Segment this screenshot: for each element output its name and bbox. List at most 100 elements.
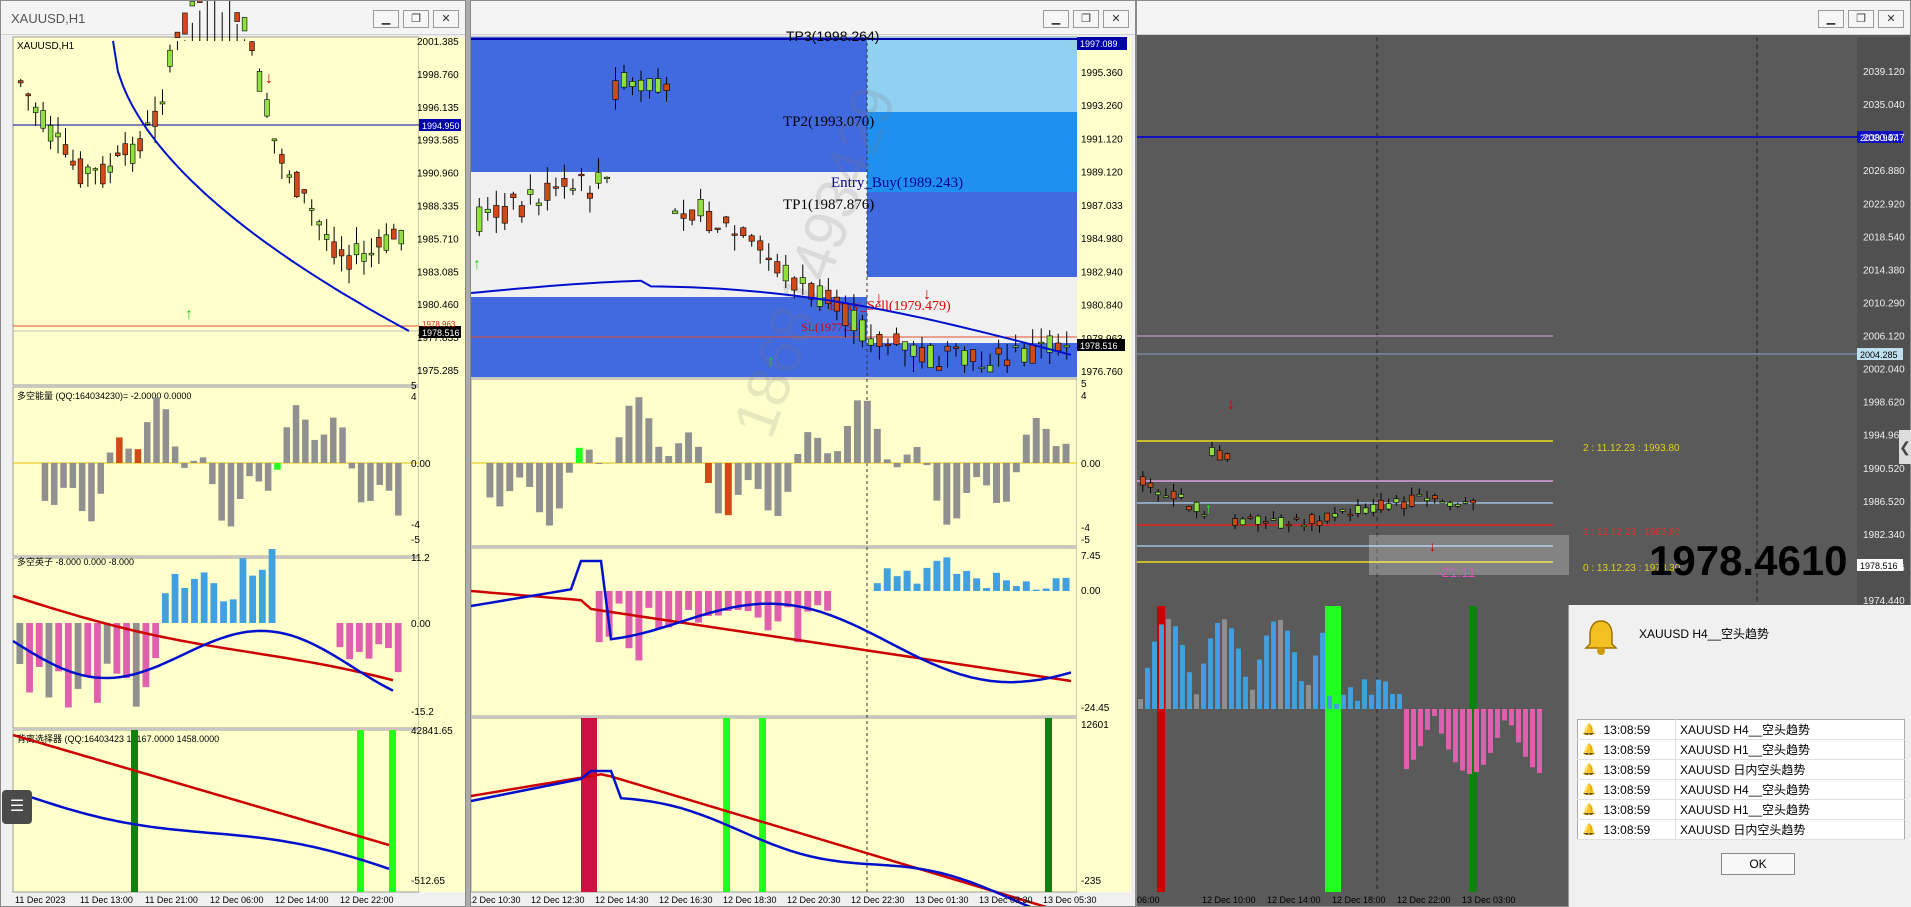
current-price-label: 1978.516 bbox=[1860, 561, 1898, 571]
p4-tick-label: -512.65 bbox=[411, 876, 445, 887]
indicator-bg bbox=[1137, 606, 1569, 892]
m30-candle bbox=[544, 182, 551, 201]
m30-price-tick-label: 1993.260 bbox=[1081, 101, 1123, 112]
p3-tick-label: -24.45 bbox=[1081, 703, 1110, 714]
m30-candle bbox=[510, 193, 517, 198]
signal-bar bbox=[1045, 718, 1052, 892]
alert-time: 13:08:59 bbox=[1599, 719, 1676, 740]
m30-candle bbox=[884, 343, 891, 347]
energy-bar bbox=[665, 456, 673, 463]
energy-bar bbox=[143, 422, 151, 463]
alert-row[interactable]: 🔔 13:08:59 XAUUSD H1__空头趋势 bbox=[1577, 799, 1905, 820]
alert-time: 13:08:59 bbox=[1599, 819, 1676, 840]
alert-row[interactable]: 🔔 13:08:59 XAUUSD 日内空头趋势 bbox=[1577, 819, 1905, 840]
m15-candle bbox=[1163, 495, 1169, 498]
h1-candle bbox=[167, 49, 173, 67]
chart-window-h1[interactable]: XAUUSD,H1 ▁ ❐ ✕ XAUUSD,H1 1994.950 ↓ ↑ 2001.… bbox=[0, 0, 466, 907]
energy-bar bbox=[814, 437, 822, 463]
m30-candle bbox=[561, 178, 568, 187]
m30-price-tick-label: 1989.120 bbox=[1081, 168, 1123, 179]
h1-candle bbox=[286, 174, 293, 178]
alert-dialog[interactable]: XAUUSD H4__空头趋势 🔔 13:08:59 XAUUSD H4__空头趋势… bbox=[1568, 605, 1911, 907]
signal-bar bbox=[357, 730, 364, 892]
energy-bar bbox=[1052, 446, 1060, 463]
h1-candle bbox=[279, 154, 285, 164]
trend-bar bbox=[1138, 699, 1143, 709]
m30-candle bbox=[535, 202, 542, 206]
tp1-zone bbox=[867, 192, 1077, 277]
trend-bar bbox=[346, 623, 354, 660]
m30-candle bbox=[740, 227, 747, 236]
time-tick-label: 12 Dec 14:30 bbox=[595, 895, 649, 905]
energy-bar bbox=[933, 463, 941, 501]
m15-candle bbox=[1286, 523, 1292, 527]
m30-candle bbox=[1055, 342, 1062, 351]
energy-bar bbox=[311, 439, 318, 463]
m15-candle bbox=[1270, 518, 1277, 521]
h1-price-tick-label: 1983.085 bbox=[417, 267, 459, 278]
chart-area-h1[interactable]: XAUUSD,H1 1994.950 ↓ ↑ 2001.385 1998.760 1996.… bbox=[1, 1, 466, 907]
trend-bar bbox=[1348, 687, 1353, 709]
energy-bar bbox=[339, 427, 346, 463]
m15-candle bbox=[1140, 476, 1146, 486]
energy-bar bbox=[162, 409, 170, 463]
panel-collapse-arrow-icon[interactable]: ❮ bbox=[1899, 430, 1911, 464]
energy-bar bbox=[704, 463, 712, 484]
m15-candle bbox=[1278, 517, 1284, 529]
ok-button[interactable]: OK bbox=[1721, 853, 1795, 875]
alert-list[interactable]: 🔔 13:08:59 XAUUSD H4__空头趋势 🔔 13:08:59 XAUUSD … bbox=[1577, 719, 1905, 840]
energy-bar bbox=[227, 463, 235, 527]
trend-bar bbox=[645, 591, 653, 608]
trend-bar bbox=[103, 623, 111, 664]
chart-window-m30[interactable]: ▁ ❐ ✕ TP3(1998.264) TP2(1993.070) Entry_Bu… bbox=[470, 0, 1136, 907]
m30-candle bbox=[620, 72, 628, 88]
h1-candle bbox=[234, 12, 240, 22]
trend-bar bbox=[1537, 709, 1542, 774]
m15-candle bbox=[1385, 503, 1392, 510]
trend-bar bbox=[249, 575, 257, 623]
chart-panel bbox=[12, 36, 420, 386]
h1-candle bbox=[152, 110, 158, 127]
h1-candle bbox=[249, 41, 255, 51]
h1-candle bbox=[129, 143, 136, 164]
alert-time: 13:08:59 bbox=[1599, 779, 1676, 800]
alert-message: XAUUSD H4__空头趋势 bbox=[1639, 627, 1770, 641]
trend-bar bbox=[375, 623, 383, 645]
energy-bar bbox=[153, 397, 160, 463]
energy-bar bbox=[199, 457, 207, 463]
time-tick-label: 12 Dec 14:00 bbox=[275, 895, 329, 905]
m15-candle bbox=[1247, 516, 1254, 519]
bell-icon: 🔔 bbox=[1577, 799, 1600, 820]
energy-bar bbox=[863, 400, 871, 463]
menu-handle-icon[interactable]: ☰ bbox=[2, 790, 32, 824]
h1-price-tick-label: 1998.760 bbox=[417, 70, 459, 81]
trend-bar bbox=[355, 623, 363, 652]
alert-row[interactable]: 🔔 13:08:59 XAUUSD H4__空头趋势 bbox=[1577, 779, 1905, 800]
trend-bar bbox=[1145, 667, 1150, 709]
trend-bar bbox=[1453, 709, 1458, 763]
trend-bar bbox=[1383, 681, 1388, 709]
energy-bar bbox=[236, 463, 244, 499]
energy-bar bbox=[60, 463, 67, 488]
energy-bar bbox=[824, 453, 832, 463]
indicator-label: 多空英子 -8.000 0.000 -8.000 bbox=[17, 556, 134, 567]
m30-candle bbox=[995, 347, 1002, 355]
trend-bar bbox=[1229, 628, 1234, 709]
p2-tick-label: 5 bbox=[411, 381, 417, 392]
m30-candle bbox=[987, 365, 994, 373]
energy-bar bbox=[274, 463, 281, 470]
m15-candle bbox=[1193, 501, 1200, 512]
alert-row[interactable]: 🔔 13:08:59 XAUUSD 日内空头趋势 bbox=[1577, 759, 1905, 780]
h1-candle bbox=[331, 241, 337, 258]
m30-candle bbox=[944, 345, 951, 352]
alert-row[interactable]: 🔔 13:08:59 XAUUSD H1__空头趋势 bbox=[1577, 739, 1905, 760]
trend-bar bbox=[1376, 679, 1381, 709]
trend-bar bbox=[1460, 709, 1465, 771]
chart-area-m30[interactable]: TP3(1998.264)TP2(1993.070)Entry_Buy(1989… bbox=[471, 1, 1136, 907]
m30-candle bbox=[833, 296, 840, 312]
time-tick-label: 12 Dec 10:30 bbox=[471, 895, 521, 905]
alert-text: XAUUSD H4__空头趋势 bbox=[1675, 779, 1905, 800]
h1-candle bbox=[323, 234, 330, 240]
alert-row[interactable]: 🔔 13:08:59 XAUUSD H4__空头趋势 bbox=[1577, 719, 1905, 740]
h1-candle bbox=[182, 12, 188, 35]
